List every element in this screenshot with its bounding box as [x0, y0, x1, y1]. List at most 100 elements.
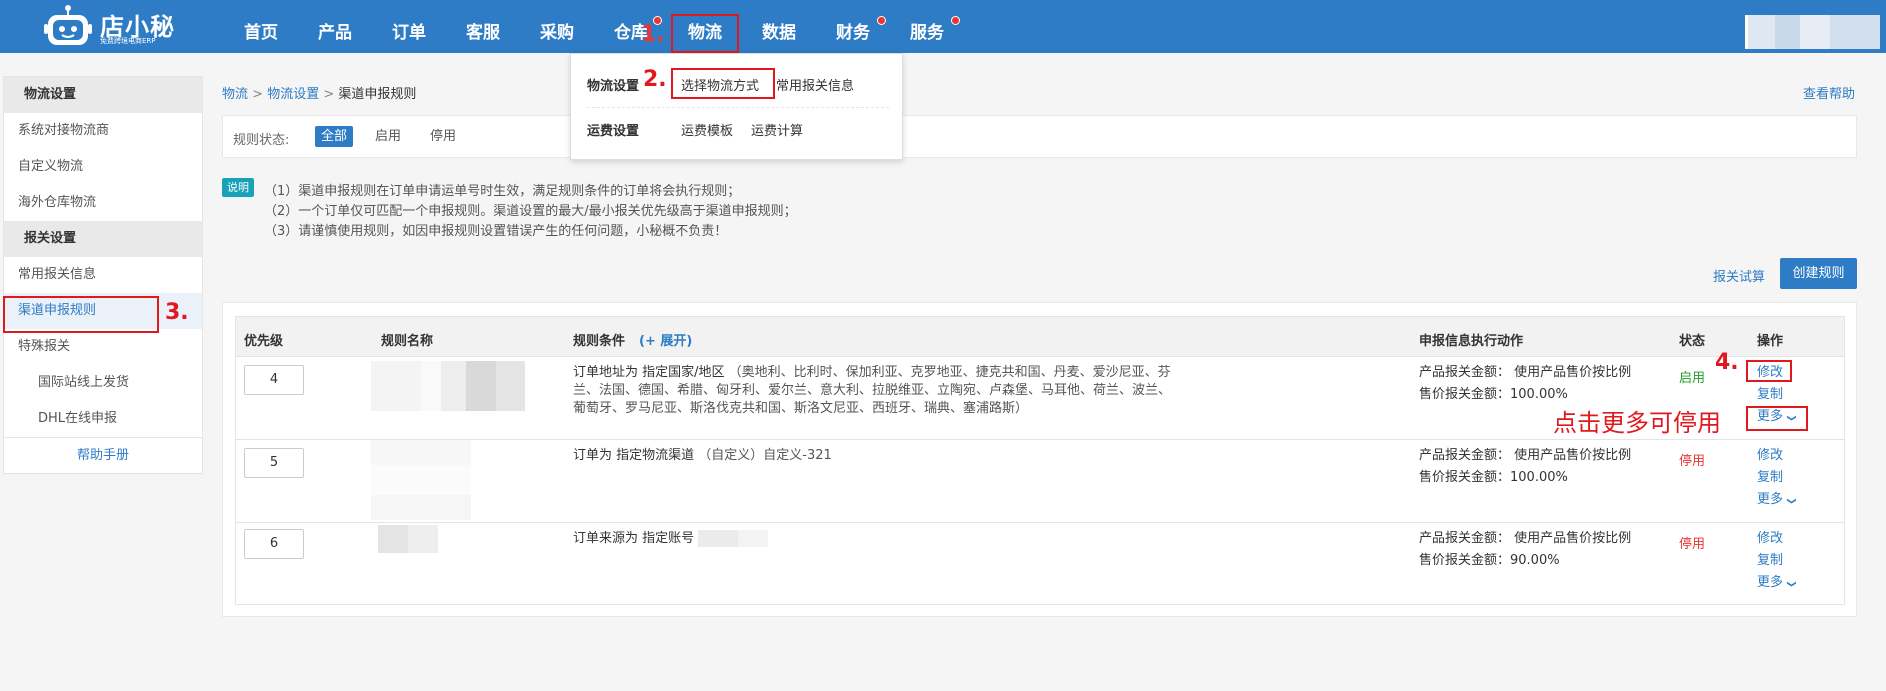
filter-disabled[interactable]: 停用: [424, 126, 462, 147]
robot-logo-icon: [44, 5, 92, 45]
highlight-box-edit: [1746, 360, 1792, 382]
product-declare-amount: 产品报关金额： 使用产品售价按比例: [1419, 531, 1632, 546]
nav-finance[interactable]: 财务: [832, 0, 874, 53]
priority-input[interactable]: 4: [244, 365, 304, 395]
breadcrumb-logistics-settings[interactable]: 物流设置: [267, 87, 319, 102]
annotation-step-2: 2.: [643, 67, 667, 92]
chevron-down-icon: ❯: [1785, 497, 1796, 505]
logistics-dropdown-menu: 物流设置 2. 选择物流方式 常用报关信息 运费设置 运费模板 运费计算: [570, 53, 903, 160]
rule-condition: 订单地址为 指定国家/地区 （奥地利、比利时、保加利亚、克罗地亚、捷克共和国、丹…: [573, 364, 1173, 418]
dd-freight-template[interactable]: 运费模板: [681, 120, 733, 139]
customs-trial-link[interactable]: 报关试算: [1713, 266, 1765, 285]
condition-prefix: 订单来源为 指定账号: [573, 531, 695, 546]
copy-link[interactable]: 复制: [1757, 384, 1795, 406]
sidebar-item-intl-shipping[interactable]: 国际站线上发货: [4, 365, 202, 401]
more-dropdown[interactable]: 更多 ❯: [1757, 489, 1796, 512]
breadcrumb-separator: >: [323, 87, 335, 102]
rule-name-redacted: [371, 440, 471, 520]
product-declare-amount: 产品报关金额： 使用产品售价按比例: [1419, 365, 1632, 380]
copy-link[interactable]: 复制: [1757, 467, 1795, 489]
notification-dot: [951, 16, 960, 25]
nav-services[interactable]: 服务: [906, 0, 948, 53]
dd-label-logistics-settings: 物流设置: [587, 79, 640, 94]
declare-action: 产品报关金额： 使用产品售价按比例 售价报关金额：100.00%: [1419, 445, 1631, 489]
th-condition: 规则条件 (+ 展开): [573, 330, 692, 349]
nav-orders[interactable]: 订单: [388, 0, 430, 53]
nav-products[interactable]: 产品: [314, 0, 356, 53]
sidebar-group-logistics: 物流设置: [4, 77, 202, 113]
filter-label: 规则状态:: [233, 133, 290, 148]
nav-data[interactable]: 数据: [758, 0, 800, 53]
dd-customs-info[interactable]: 常用报关信息: [776, 75, 854, 94]
sidebar-item-system-carriers[interactable]: 系统对接物流商: [4, 113, 202, 149]
th-condition-label: 规则条件: [573, 334, 626, 349]
table-row: 5 订单为 指定物流渠道 （自定义）自定义-321 产品报关金额： 使用产品售价…: [235, 440, 1845, 523]
top-nav-bar: 店小秘 免费跨境电商ERP 首页 产品 订单 客服 采购 仓库 1. 物流 数据…: [0, 0, 1886, 53]
rule-name-redacted: [378, 525, 438, 553]
rules-table: 优先级 规则名称 规则条件 (+ 展开) 申报信息执行动作 状态 操作 4 订单地…: [222, 302, 1857, 617]
note-line: （1）渠道申报规则在订单申请运单号时生效，满足规则条件的订单将会执行规则；: [264, 184, 741, 199]
dd-select-logistics-method[interactable]: 选择物流方式: [681, 75, 759, 94]
condition-prefix: 订单为 指定物流渠道: [573, 448, 695, 463]
rule-condition: 订单来源为 指定账号: [573, 530, 1173, 548]
product-declare-amount: 产品报关金额： 使用产品售价按比例: [1419, 448, 1632, 463]
filter-bar: 规则状态: 全部 启用 停用: [222, 115, 1857, 158]
copy-link[interactable]: 复制: [1757, 550, 1795, 572]
priority-input[interactable]: 5: [244, 448, 304, 478]
sale-declare-amount: 售价报关金额：100.00%: [1419, 470, 1568, 485]
annotation-step-3: 3.: [165, 300, 189, 325]
th-status: 状态: [1679, 334, 1706, 349]
expand-conditions-link[interactable]: (+ 展开): [639, 334, 692, 349]
status-badge: 启用: [1679, 371, 1706, 386]
logo[interactable]: 店小秘 免费跨境电商ERP: [44, 4, 179, 48]
sidebar-help-manual[interactable]: 帮助手册: [4, 437, 202, 473]
logo-subtitle: 免费跨境电商ERP: [100, 37, 156, 45]
highlight-box-logistics: [671, 14, 739, 53]
sidebar-item-overseas-warehouse[interactable]: 海外仓库物流: [4, 185, 202, 221]
sidebar-item-special-customs[interactable]: 特殊报关: [4, 329, 202, 365]
nav-purchase[interactable]: 采购: [536, 0, 578, 53]
row-operations: 修改 复制 更多 ❯: [1757, 445, 1796, 512]
sidebar-item-dhl-online[interactable]: DHL在线申报: [4, 401, 202, 437]
more-dropdown[interactable]: 更多 ❯: [1757, 572, 1796, 595]
table-header: 优先级 规则名称 规则条件 (+ 展开) 申报信息执行动作 状态 操作: [235, 316, 1845, 357]
edit-link[interactable]: 修改: [1757, 528, 1795, 550]
highlight-box-more: [1746, 406, 1808, 431]
rule-condition: 订单为 指定物流渠道 （自定义）自定义-321: [573, 447, 1173, 465]
chevron-down-icon: ❯: [1785, 580, 1796, 588]
declare-action: 产品报关金额： 使用产品售价按比例 售价报关金额：90.00%: [1419, 528, 1631, 572]
annotation-step-4: 4.: [1715, 350, 1739, 375]
sidebar-item-custom-logistics[interactable]: 自定义物流: [4, 149, 202, 185]
nav-home[interactable]: 首页: [240, 0, 282, 53]
create-rule-button[interactable]: 创建规则: [1780, 258, 1857, 289]
priority-input[interactable]: 6: [244, 529, 304, 559]
filter-all[interactable]: 全部: [315, 126, 354, 147]
dd-freight-calc[interactable]: 运费计算: [751, 120, 803, 139]
th-rule-name: 规则名称: [381, 334, 434, 349]
divider: [587, 107, 889, 108]
sidebar-item-customs-info[interactable]: 常用报关信息: [4, 257, 202, 293]
breadcrumb-separator: >: [252, 87, 264, 102]
condition-detail: （自定义）自定义-321: [698, 448, 832, 463]
rule-name-redacted: [371, 361, 525, 411]
note-line: （3）请谨慎使用规则，如因申报规则设置错误产生的任何问题，小秘概不负责！: [264, 224, 728, 239]
sidebar-group-customs: 报关设置: [4, 221, 202, 257]
status-badge: 停用: [1679, 454, 1706, 469]
dd-label-freight-settings: 运费设置: [587, 124, 640, 139]
edit-link[interactable]: 修改: [1757, 445, 1795, 467]
breadcrumb: 物流 > 物流设置 > 渠道申报规则: [222, 83, 416, 102]
declare-action: 产品报关金额： 使用产品售价按比例 售价报关金额：100.00%: [1419, 362, 1631, 406]
status-badge: 停用: [1679, 537, 1706, 552]
nav-customer-service[interactable]: 客服: [462, 0, 504, 53]
notification-dot: [877, 16, 886, 25]
condition-prefix: 订单地址为 指定国家/地区: [573, 365, 725, 380]
breadcrumb-current: 渠道申报规则: [338, 87, 417, 102]
filter-enabled[interactable]: 启用: [369, 126, 407, 147]
user-account-area[interactable]: [1745, 15, 1880, 49]
note-line: （2）一个订单仅可匹配一个申报规则。渠道设置的最大/最小报关优先级高于渠道申报规…: [264, 204, 797, 219]
th-priority: 优先级: [244, 334, 284, 349]
th-action: 申报信息执行动作: [1419, 334, 1524, 349]
th-operations: 操作: [1757, 334, 1784, 349]
breadcrumb-logistics[interactable]: 物流: [222, 87, 248, 102]
view-help-link[interactable]: 查看帮助: [1803, 83, 1855, 102]
